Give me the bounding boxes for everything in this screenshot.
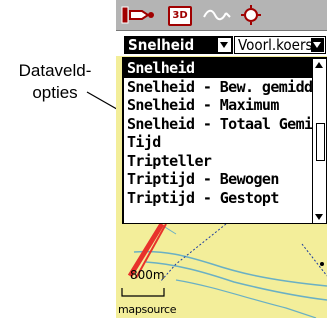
list-scrollbar[interactable]	[312, 59, 326, 223]
primary-field-dropdown[interactable]: Snelheid	[124, 36, 233, 54]
map-scale-label: 800m	[130, 268, 165, 282]
scroll-up-icon[interactable]	[315, 62, 323, 68]
track-icon[interactable]	[202, 5, 232, 25]
chevron-down-icon[interactable]	[218, 38, 231, 52]
device-screen: 3D Snelheid Voorl.koers Snelheid Snelhei…	[116, 0, 327, 318]
options-list[interactable]: Snelheid Snelheid - Bew. gemidd Snelheid…	[122, 57, 327, 225]
sound-icon[interactable]	[120, 5, 160, 25]
list-item[interactable]: Triptijd - Gestopt	[124, 189, 312, 208]
mapsource-label: mapsource	[118, 303, 177, 316]
chevron-down-icon[interactable]	[311, 38, 324, 52]
status-bar: 3D	[116, 0, 327, 31]
list-item[interactable]: Snelheid	[124, 59, 312, 78]
list-item[interactable]: Snelheid - Bew. gemidd	[124, 78, 312, 97]
secondary-field-value: Voorl.koers	[238, 37, 313, 53]
sun-icon[interactable]	[240, 5, 262, 25]
options-list-items: Snelheid Snelheid - Bew. gemidd Snelheid…	[124, 59, 312, 207]
list-item[interactable]: Tijd	[124, 133, 312, 152]
list-item[interactable]: Triptijd - Bewogen	[124, 170, 312, 189]
list-item[interactable]: Snelheid - Maximum	[124, 96, 312, 115]
list-item[interactable]: Snelheid - Totaal Gemi	[124, 115, 312, 134]
scroll-down-icon[interactable]	[315, 214, 323, 220]
primary-field-value: Snelheid	[128, 37, 195, 53]
scrollbar-thumb[interactable]	[316, 123, 325, 161]
field-selector-row: Snelheid Voorl.koers	[116, 31, 327, 56]
3d-mode-icon[interactable]: 3D	[168, 6, 192, 26]
list-item[interactable]: Tripteller	[124, 152, 312, 171]
secondary-field-dropdown[interactable]: Voorl.koers	[234, 36, 326, 54]
